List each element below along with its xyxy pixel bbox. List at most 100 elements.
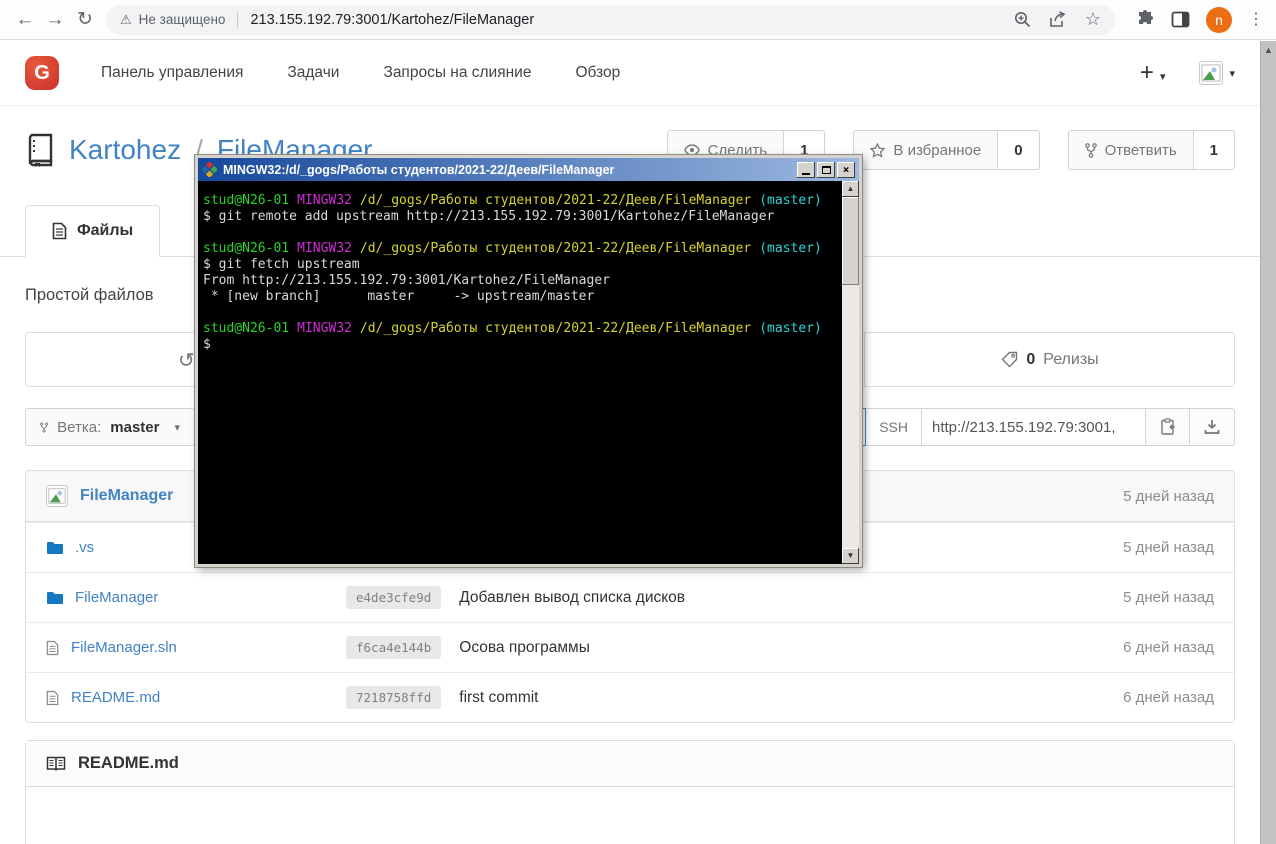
gogs-logo[interactable]: G <box>25 56 59 90</box>
table-row: FileManager e4de3cfe9d Добавлен вывод сп… <box>26 572 1234 622</box>
fork-group: Ответвить 1 <box>1067 130 1235 170</box>
user-avatar-broken-image <box>1199 61 1224 85</box>
create-new-button[interactable]: + ▾ <box>1140 59 1166 87</box>
nav-issues[interactable]: Задачи <box>287 64 339 82</box>
gogs-nav-items: Панель управления Задачи Запросы на слия… <box>101 64 620 82</box>
close-button[interactable]: × <box>837 161 855 178</box>
user-menu-button[interactable]: ▾ <box>1199 61 1235 85</box>
terminal-output: stud@N26-01 MINGW32/d/_gogs/Работы студен… <box>203 193 822 352</box>
scrollbar-up-icon[interactable]: ▲ <box>1261 41 1276 55</box>
file-icon <box>52 222 67 240</box>
committer-name-link[interactable]: FileManager <box>80 487 173 505</box>
star-group: В избранное 0 <box>853 130 1040 170</box>
commit-message[interactable]: Осова программы <box>459 639 1064 657</box>
clone-url-input[interactable] <box>922 408 1150 446</box>
repo-description: Простой файлов <box>25 286 154 304</box>
commit-date: 5 дней назад <box>1123 487 1214 505</box>
tab-files[interactable]: Файлы <box>25 205 161 257</box>
address-url: 213.155.192.79:3001/Kartohez/FileManager <box>250 11 535 28</box>
mintty-terminal-window[interactable]: MINGW32:/d/_gogs/Работы студентов/2021-2… <box>195 155 862 567</box>
committer-avatar-broken-image <box>46 485 68 507</box>
minimize-button[interactable] <box>797 161 815 178</box>
commit-message[interactable]: first commit <box>459 689 1064 707</box>
readme-header: README.md <box>26 741 1234 787</box>
branch-icon <box>40 422 49 432</box>
copy-url-button[interactable] <box>1145 408 1190 446</box>
back-icon[interactable]: ← <box>10 5 40 35</box>
commit-hash[interactable]: e4de3cfe9d <box>346 586 442 609</box>
fork-button[interactable]: Ответвить <box>1067 130 1194 170</box>
nav-explore[interactable]: Обзор <box>575 64 620 82</box>
fork-icon <box>1084 142 1097 158</box>
folder-icon <box>47 591 63 604</box>
side-panel-icon[interactable] <box>1171 10 1190 29</box>
commit-hash[interactable]: f6ca4e144b <box>346 636 442 659</box>
address-bar[interactable]: ⚠ Не защищено 213.155.192.79:3001/Kartoh… <box>106 4 1115 35</box>
star-icon <box>870 142 886 158</box>
star-count[interactable]: 0 <box>998 130 1040 170</box>
extensions-puzzle-icon[interactable] <box>1135 9 1155 30</box>
fork-count[interactable]: 1 <box>1193 130 1235 170</box>
tag-icon <box>1001 351 1018 368</box>
gogs-navbar: G Панель управления Задачи Запросы на сл… <box>0 41 1260 106</box>
chevron-down-icon: ▾ <box>1159 71 1166 83</box>
screen: ← → ↻ ⚠ Не защищено 213.155.192.79:3001/… <box>0 0 1276 844</box>
zoom-icon[interactable] <box>1014 11 1031 28</box>
commits-history-icon[interactable]: ↺ <box>178 348 195 373</box>
commit-date: 5 дней назад <box>1123 589 1214 606</box>
file-link[interactable]: FileManager <box>75 589 158 606</box>
file-link[interactable]: .vs <box>75 539 94 556</box>
terminal-title: MINGW32:/d/_gogs/Работы студентов/2021-2… <box>223 162 615 177</box>
forward-icon[interactable]: → <box>40 5 70 35</box>
download-archive-button[interactable] <box>1190 408 1235 446</box>
ssh-protocol-button[interactable]: SSH <box>866 408 922 446</box>
open-book-icon <box>46 756 66 771</box>
not-secure-label: Не защищено <box>138 12 226 27</box>
scroll-up-icon[interactable]: ▲ <box>842 181 859 197</box>
scrollbar-thumb[interactable] <box>842 197 859 285</box>
share-icon[interactable] <box>1049 11 1067 28</box>
terminal-body[interactable]: stud@N26-01 MINGW32/d/_gogs/Работы студен… <box>198 181 859 564</box>
repo-book-icon <box>25 133 55 167</box>
browser-toolbar: ← → ↻ ⚠ Не защищено 213.155.192.79:3001/… <box>0 0 1276 40</box>
file-icon <box>46 640 59 655</box>
page-scrollbar[interactable]: ▲ <box>1260 41 1276 844</box>
download-icon <box>1204 420 1220 434</box>
scroll-down-icon[interactable]: ▼ <box>842 548 859 564</box>
releases-stat[interactable]: 0 Релизы <box>864 333 1236 386</box>
star-button[interactable]: В избранное <box>853 130 999 170</box>
nav-pull-requests[interactable]: Запросы на слияние <box>383 64 531 82</box>
terminal-titlebar[interactable]: MINGW32:/d/_gogs/Работы студентов/2021-2… <box>198 158 859 181</box>
chevron-down-icon: ▾ <box>174 421 180 434</box>
mingw-icon <box>202 162 217 177</box>
terminal-scrollbar[interactable]: ▲ ▼ <box>842 181 859 564</box>
clipboard-copy-icon <box>1160 418 1175 435</box>
file-icon <box>46 690 59 705</box>
nav-dashboard[interactable]: Панель управления <box>101 64 243 82</box>
file-link[interactable]: README.md <box>71 689 160 706</box>
folder-icon <box>47 541 63 554</box>
commit-message[interactable]: Добавлен вывод списка дисков <box>459 589 1064 607</box>
commit-hash[interactable]: 7218758ffd <box>346 686 442 709</box>
not-secure-warning-icon: ⚠ <box>120 11 132 27</box>
clone-tools <box>1145 408 1235 446</box>
file-link[interactable]: FileManager.sln <box>71 639 177 656</box>
bookmark-star-icon[interactable]: ☆ <box>1085 9 1101 30</box>
repo-owner-link[interactable]: Kartohez <box>69 134 181 166</box>
commit-date: 6 дней назад <box>1123 639 1214 656</box>
table-row: FileManager.sln f6ca4e144b Осова програм… <box>26 622 1234 672</box>
readme-panel: README.md <box>25 740 1235 844</box>
profile-avatar[interactable]: n <box>1206 6 1232 33</box>
commit-date: 5 дней назад <box>1123 539 1214 556</box>
browser-menu-icon[interactable]: ⋮ <box>1248 12 1264 28</box>
maximize-button[interactable] <box>817 161 835 178</box>
branch-selector[interactable]: Ветка: master ▾ <box>25 408 195 446</box>
address-separator <box>237 11 239 28</box>
browser-controls: n ⋮ <box>1127 6 1266 33</box>
gogs-nav-right: + ▾ ▾ <box>1140 59 1235 87</box>
table-row: README.md 7218758ffd first commit 6 дней… <box>26 672 1234 722</box>
readme-title: README.md <box>78 754 179 772</box>
commit-date: 6 дней назад <box>1123 689 1214 706</box>
refresh-icon[interactable]: ↻ <box>70 5 100 35</box>
chevron-down-icon: ▾ <box>1229 67 1235 80</box>
